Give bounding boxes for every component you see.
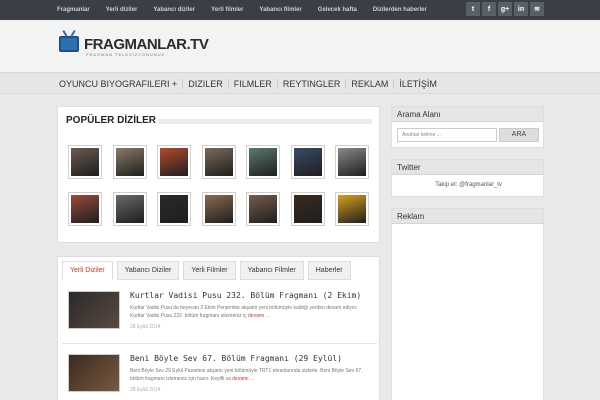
twitter-widget: Twitter Takip et: @fragmanlar_tv [391, 159, 544, 197]
nav-item-reytingler[interactable]: REYTINGLER [278, 79, 347, 89]
ad-widget-title: Reklam [392, 209, 543, 224]
article-excerpt: Kurtlar Vadisi Pusu'da heyecan 2 Ekim Pe… [130, 305, 358, 319]
main-nav: OYUNCU BIYOGRAFILERI + DIZILER FILMLER R… [0, 72, 600, 94]
read-more-link[interactable]: devamı [248, 313, 264, 319]
popular-series-thumbnail[interactable] [201, 145, 236, 179]
search-button[interactable]: ARA [499, 128, 539, 142]
top-bar: Fragmanlar Yerli diziler Yabancı diziler… [0, 0, 600, 20]
article-thumbnail[interactable] [68, 354, 120, 392]
search-widget-title: Arama Alanı [392, 107, 543, 122]
social-links: t f g+ in ≋ [466, 2, 544, 16]
popular-series-thumbnail[interactable] [290, 145, 325, 179]
twitter-icon[interactable]: t [466, 2, 480, 16]
tab-bar: Yerli Diziler Yabancı Diziler Yerli Film… [62, 261, 351, 280]
popular-series-thumbnail[interactable] [201, 192, 236, 226]
article-date: 28 Eylül 2014 [130, 324, 161, 330]
read-more-link[interactable]: devamı [232, 376, 248, 382]
twitter-widget-title: Twitter [392, 160, 543, 175]
nav-item-iletisim[interactable]: İLETİŞİM [394, 79, 442, 89]
article-item: Kurtlar Vadisi Pusu 232. Bölüm Fragmanı … [68, 291, 373, 341]
article-thumbnail[interactable] [68, 291, 120, 329]
facebook-icon[interactable]: f [482, 2, 496, 16]
top-link-yabanci-filmler[interactable]: Yabancı filmler [259, 7, 301, 13]
tab-yabanci-filmler[interactable]: Yabancı Filmler [239, 261, 304, 280]
article-date: 28 Eylül 2014 [130, 387, 161, 393]
nav-item-filmler[interactable]: FILMLER [229, 79, 278, 89]
popular-series-thumbnail[interactable] [335, 145, 369, 179]
popular-series-thumbnail[interactable] [290, 192, 325, 226]
twitter-follow-text[interactable]: Takip et: @fragmanlar_tv [392, 182, 545, 188]
article-title[interactable]: Kurtlar Vadisi Pusu 232. Bölüm Fragmanı … [130, 291, 361, 300]
popular-series-thumbnail[interactable] [157, 192, 191, 226]
tab-yerli-filmler[interactable]: Yerli Filmler [183, 261, 236, 280]
search-input[interactable]: Anahtar kelime ... [397, 128, 497, 142]
title-divider [158, 119, 372, 124]
site-tagline: FRAGMAN TELEVIZYONUNUZ [86, 52, 166, 57]
site-logo[interactable]: FRAGMANLAR.TV [84, 36, 209, 53]
top-nav: Fragmanlar Yerli diziler Yabancı diziler… [57, 0, 443, 20]
top-link-yerli-filmler[interactable]: Yerli filmler [211, 7, 243, 13]
nav-item-reklam[interactable]: REKLAM [346, 79, 395, 89]
popular-series-thumbnail[interactable] [112, 192, 147, 226]
article-divider [62, 343, 377, 344]
linkedin-icon[interactable]: in [514, 2, 528, 16]
googleplus-icon[interactable]: g+ [498, 2, 512, 16]
popular-series-thumbnail[interactable] [112, 145, 147, 179]
article-excerpt: Beni Böyle Sev 29 Eylül Pazartesi akşamı… [130, 368, 363, 382]
top-link-fragmanlar[interactable]: Fragmanlar [57, 7, 90, 13]
popular-series-panel: POPÜLER DİZİLER [57, 106, 380, 243]
popular-title: POPÜLER DİZİLER [66, 115, 157, 126]
popular-series-thumbnail[interactable] [246, 192, 280, 226]
top-link-gelecek-hafta[interactable]: Gelecek hafta [318, 7, 357, 13]
tab-haberler[interactable]: Haberler [307, 261, 351, 280]
article-title[interactable]: Beni Böyle Sev 67. Bölüm Fragmanı (29 Ey… [130, 354, 342, 363]
popular-series-thumbnail[interactable] [335, 192, 369, 226]
popular-series-thumbnail[interactable] [246, 145, 280, 179]
rss-icon[interactable]: ≋ [530, 2, 544, 16]
top-link-haberler[interactable]: Dizilerden haberler [373, 7, 427, 13]
popular-series-thumbnail[interactable] [68, 145, 102, 179]
nav-item-diziler[interactable]: DIZILER [183, 79, 229, 89]
nav-item-oyuncu[interactable]: OYUNCU BIYOGRAFILERI + [57, 79, 184, 89]
tab-yabanci-diziler[interactable]: Yabancı Diziler [116, 261, 180, 280]
tv-logo-icon[interactable] [59, 36, 79, 52]
search-widget: Arama Alanı Anahtar kelime ... ARA [391, 106, 544, 148]
top-link-yabanci-diziler[interactable]: Yabancı diziler [153, 7, 195, 13]
tab-yerli-diziler[interactable]: Yerli Diziler [62, 261, 113, 280]
article-item: Beni Böyle Sev 67. Bölüm Fragmanı (29 Ey… [68, 354, 373, 400]
top-link-yerli-diziler[interactable]: Yerli diziler [106, 7, 138, 13]
series-tabs-panel: Yerli Diziler Yabancı Diziler Yerli Film… [57, 256, 380, 400]
popular-series-thumbnail[interactable] [68, 192, 102, 226]
ad-widget: Reklam [391, 208, 544, 400]
popular-series-thumbnail[interactable] [157, 145, 191, 179]
